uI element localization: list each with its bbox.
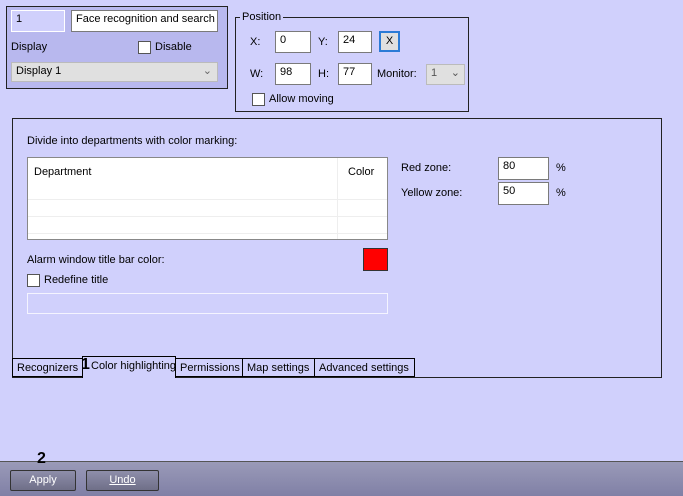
- yellow-zone-input[interactable]: 50: [498, 182, 549, 205]
- y-label: Y:: [318, 36, 328, 48]
- reset-position-button[interactable]: X: [379, 31, 400, 52]
- tab-advanced-settings[interactable]: Advanced settings: [314, 358, 415, 377]
- h-label: H:: [318, 68, 329, 80]
- x-input[interactable]: 0: [275, 31, 311, 53]
- display-label: Display: [11, 41, 48, 53]
- column-header-color[interactable]: Color: [348, 166, 374, 178]
- yellow-zone-label: Yellow zone:: [401, 187, 463, 199]
- alarm-color-swatch[interactable]: [363, 248, 388, 271]
- column-header-department[interactable]: Department: [34, 166, 91, 178]
- w-input[interactable]: 98: [275, 63, 311, 85]
- monitor-select[interactable]: 1 ⌄: [426, 64, 465, 85]
- tab-color-highlighting[interactable]: Color highlighting: [82, 356, 176, 378]
- title-input: [27, 293, 388, 314]
- disable-checkbox[interactable]: [138, 41, 151, 54]
- redefine-title-label: Redefine title: [44, 274, 109, 286]
- allow-moving-label: Allow moving: [269, 93, 334, 105]
- position-legend: Position: [240, 11, 284, 23]
- departments-table[interactable]: Department Color: [27, 157, 388, 240]
- y-input[interactable]: 24: [338, 31, 372, 53]
- red-zone-input[interactable]: 80: [498, 157, 549, 180]
- tab-recognizers[interactable]: Recognizers: [12, 358, 83, 377]
- tab-map-settings[interactable]: Map settings: [242, 358, 315, 377]
- red-zone-percent: %: [556, 162, 566, 174]
- monitor-value: 1: [431, 67, 438, 79]
- x-label: X:: [250, 36, 261, 48]
- marker-2: 2: [37, 450, 46, 467]
- monitor-label: Monitor:: [377, 68, 417, 80]
- yellow-zone-percent: %: [556, 187, 566, 199]
- alarm-color-label: Alarm window title bar color:: [27, 254, 165, 266]
- id-input[interactable]: 1: [11, 10, 65, 32]
- allow-moving-checkbox[interactable]: [252, 93, 265, 106]
- w-label: W:: [250, 68, 264, 80]
- chevron-down-icon: ⌄: [450, 67, 460, 79]
- undo-button[interactable]: Undo: [86, 470, 159, 491]
- chevron-down-icon: ⌄: [202, 65, 212, 77]
- tab-permissions[interactable]: Permissions: [175, 358, 243, 377]
- disable-label: Disable: [155, 41, 192, 53]
- name-input[interactable]: Face recognition and search 1: [71, 10, 218, 32]
- red-zone-label: Red zone:: [401, 162, 452, 174]
- divide-label: Divide into departments with color marki…: [27, 135, 238, 147]
- marker-1: 1: [81, 356, 90, 373]
- apply-button[interactable]: Apply: [10, 470, 76, 491]
- display-value: Display 1: [16, 65, 62, 77]
- display-select[interactable]: Display 1 ⌄: [11, 62, 218, 82]
- h-input[interactable]: 77: [338, 63, 372, 85]
- redefine-title-checkbox[interactable]: [27, 274, 40, 287]
